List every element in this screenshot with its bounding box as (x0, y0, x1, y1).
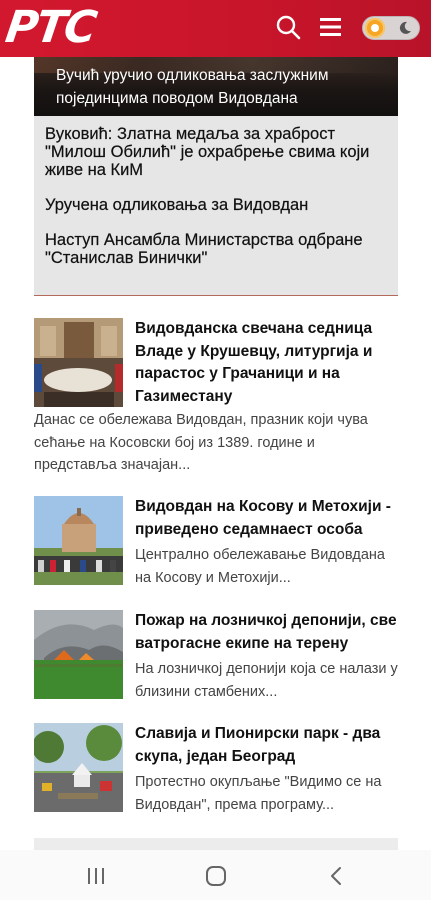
news-thumbnail[interactable] (34, 610, 123, 699)
related-link[interactable]: Уручена одликовања за Видовдан (45, 196, 390, 214)
news-item[interactable]: Видовдан на Косову и Метохији - приведен… (34, 496, 398, 588)
featured-title[interactable]: Вучић уручио одликовања заслужним поједи… (56, 64, 386, 110)
related-link[interactable]: Наступ Ансамбла Министарства одбране "Ст… (45, 231, 390, 267)
news-excerpt: На лозничкој депонији која се налази у б… (135, 661, 398, 700)
news-title[interactable]: Пожар на лозничкој депонији, све ватрога… (135, 610, 398, 655)
featured-image[interactable]: Вучић уручио одликовања заслужним поједи… (34, 57, 398, 116)
news-title[interactable]: Видовданска свечана седница Владе у Круш… (135, 318, 398, 408)
news-thumbnail[interactable] (34, 496, 123, 585)
news-title[interactable]: Видовдан на Косову и Метохији - приведен… (135, 496, 398, 541)
home-icon[interactable] (204, 864, 228, 888)
featured-section: Вучић уручио одликовања заслужним поједи… (34, 57, 398, 296)
system-navigation-bar (0, 850, 431, 900)
theme-toggle[interactable] (362, 16, 420, 40)
news-item[interactable]: Видовданска свечана седница Владе у Круш… (34, 318, 398, 478)
site-header: РТС (0, 0, 431, 57)
news-excerpt: Централно обележавање Видовдана на Косов… (135, 547, 385, 586)
recent-apps-icon[interactable] (84, 864, 108, 888)
news-item[interactable]: Славија и Пионирски парк - два скупа, је… (34, 723, 398, 815)
news-title[interactable]: Славија и Пионирски парк - два скупа, је… (135, 723, 398, 768)
news-excerpt: Данас се обележава Видовдан, празник кој… (34, 412, 368, 473)
search-icon[interactable] (275, 14, 301, 40)
news-thumbnail[interactable] (34, 723, 123, 812)
news-thumbnail[interactable] (34, 318, 123, 407)
next-item-edge (34, 838, 398, 850)
back-icon[interactable] (325, 864, 349, 888)
related-link[interactable]: Вуковић: Златна медаља за храброст "Мило… (45, 125, 390, 179)
related-links: Вуковић: Златна медаља за храброст "Мило… (45, 125, 390, 267)
news-excerpt: Протестно окупљање "Видимо се на Видовда… (135, 774, 382, 813)
moon-icon (397, 20, 413, 36)
sun-icon (365, 18, 385, 38)
rts-logo[interactable]: РТС (2, 2, 98, 53)
news-item[interactable]: Пожар на лозничкој депонији, све ватрога… (34, 610, 398, 702)
hamburger-menu-icon[interactable] (318, 14, 344, 40)
